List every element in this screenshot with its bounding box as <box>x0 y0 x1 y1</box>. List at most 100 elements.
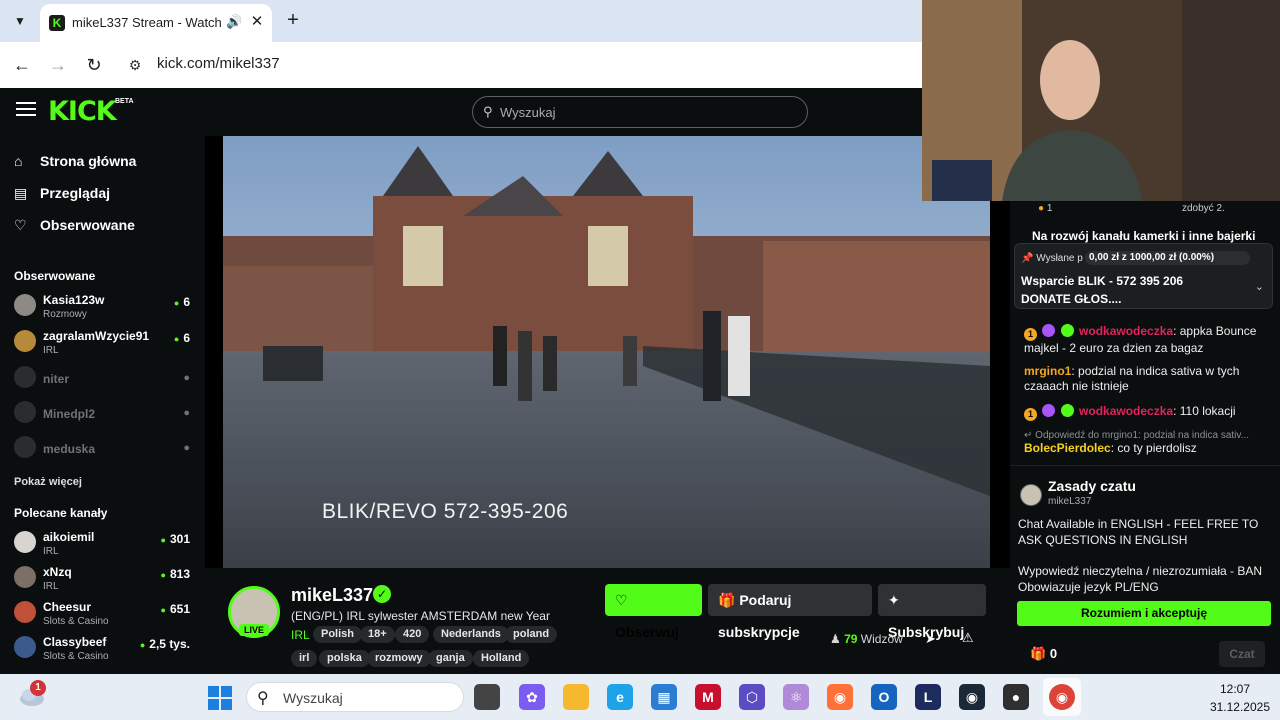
chat-username[interactable]: wodkawodeczka <box>1079 404 1173 418</box>
share-icon[interactable]: ➤ <box>925 631 936 647</box>
follow-label: Obserwuj <box>615 624 679 640</box>
clock-date[interactable]: 31.12.2025 <box>1210 700 1270 714</box>
sidebar-item-following[interactable]: ♡ Obserwowane <box>14 217 135 241</box>
gift-count: 0 <box>1049 646 1058 661</box>
reload-icon[interactable]: ↻ <box>82 53 106 77</box>
windows-start-icon[interactable] <box>208 686 232 710</box>
clock-time[interactable]: 12:07 <box>1220 682 1250 696</box>
avatar <box>14 601 36 623</box>
forward-icon[interactable]: → <box>46 53 70 77</box>
mcafee-icon[interactable]: M <box>695 684 721 710</box>
rules-text: Chat Available in ENGLISH - FEEL FREE TO… <box>1018 517 1259 547</box>
heart-icon: ♡ <box>14 217 27 233</box>
address-bar[interactable]: kick.com/mikel337 <box>157 55 280 72</box>
stream-category[interactable]: IRL <box>291 628 310 642</box>
obs-icon[interactable]: ● <box>1003 684 1029 710</box>
stream-tag[interactable]: Nederlands <box>433 626 509 643</box>
viewer-counter: ♟ 79 Widzów <box>830 632 903 646</box>
search-input[interactable]: ⚲ Wyszukaj <box>472 96 808 128</box>
tab-list-button[interactable]: ▼ <box>8 9 32 33</box>
streamer-name[interactable]: mikeL337 <box>291 585 373 606</box>
chat-message[interactable]: mrgino1: podzial na indica sativa w tych… <box>1024 364 1270 394</box>
task-view-icon[interactable] <box>474 684 500 710</box>
browser-tab[interactable]: K mikeL337 Stream - Watch Li 🔊 ✕ <box>40 4 272 42</box>
subscribe-button[interactable]: ✦ Subskrybuj <box>878 584 986 640</box>
gift-subs-button[interactable]: 🎁 Podaruj subskrypcje <box>708 584 872 640</box>
pinned-message[interactable]: 📌 Wysłane p 0,00 zł z 1000,00 zł (0.00%)… <box>1014 243 1273 309</box>
cube-app-icon[interactable]: ⬡ <box>739 684 765 710</box>
back-icon[interactable]: ← <box>10 53 34 77</box>
followed-channel[interactable]: zagralamWzycie91 IRL 6 <box>14 328 194 362</box>
stream-tag[interactable]: Holland <box>473 650 530 667</box>
chrome-icon[interactable]: ◉ <box>1049 684 1075 710</box>
browser-toolbar: ← → ↻ ⚙ kick.com/mikel337 <box>0 42 922 88</box>
recommended-channel[interactable]: aikoiemil IRL 301 <box>14 529 194 563</box>
firefox-icon[interactable]: ◉ <box>827 684 853 710</box>
followed-channel[interactable]: Kasia123w Rozmowy 6 <box>14 292 194 326</box>
channel-name: Cheesur <box>43 600 92 614</box>
reply-reference: ↵ Odpowiedź do mrgino1: podzial na indic… <box>1024 430 1249 441</box>
followed-channel-offline[interactable]: meduska ● <box>14 434 194 468</box>
video-overlay-text: BLIK/REVO 572-395-206 <box>322 500 569 523</box>
recommended-channel[interactable]: Cheesur Slots & Casino 651 <box>14 599 194 633</box>
chat-message[interactable]: 1 wodkawodeczka: appka Bounce majkel - 2… <box>1024 324 1270 356</box>
report-icon[interactable]: ⚠ <box>962 630 974 646</box>
notification-badge: 1 <box>30 680 46 696</box>
rules-title: Zasady czatu <box>1048 478 1136 494</box>
stream-tag[interactable]: 420 <box>395 626 430 643</box>
video-player[interactable]: BLIK/REVO 572-395-206 <box>223 136 990 568</box>
close-tab-icon[interactable]: ✕ <box>248 13 266 31</box>
followed-channel-offline[interactable]: niter ● <box>14 364 194 398</box>
site-info-icon[interactable]: ⚙ <box>124 54 146 76</box>
taskbar-search-input[interactable]: ⚲ Wyszukaj <box>246 682 464 712</box>
menu-icon[interactable] <box>16 102 36 118</box>
sidebar-item-label: Obserwowane <box>40 217 135 233</box>
channel-category: Rozmowy <box>43 309 87 320</box>
sidebar-item-browse[interactable]: ▤ Przeglądaj <box>14 185 110 209</box>
chat-username[interactable]: BolecPierdolec <box>1024 441 1111 455</box>
avatar <box>14 366 36 388</box>
chat-message[interactable]: 1 wodkawodeczka: 110 lokacji <box>1024 404 1270 421</box>
file-explorer-icon[interactable] <box>563 684 589 710</box>
new-tab-button[interactable]: + <box>282 9 304 31</box>
edge-icon[interactable]: e <box>607 684 633 710</box>
viewer-label: Widzów <box>860 632 903 646</box>
store-icon[interactable]: ▦ <box>651 684 677 710</box>
chevron-down-icon[interactable]: ⌄ <box>1255 280 1264 293</box>
chat-username[interactable]: mrgino1 <box>1024 364 1071 378</box>
stream-tag[interactable]: polska <box>319 650 370 667</box>
react-app-icon[interactable]: ⚛ <box>783 684 809 710</box>
stream-tag[interactable]: Polish <box>313 626 363 643</box>
chat-text: co ty pierdolisz <box>1117 441 1197 455</box>
recommended-channel[interactable]: xNzq IRL 813 <box>14 564 194 598</box>
kick-logo[interactable]: KICK <box>48 96 117 127</box>
stream-tag[interactable]: 18+ <box>360 626 395 643</box>
sidebar-item-home[interactable]: ⌂ Strona główna <box>14 153 136 177</box>
stream-tag[interactable]: rozmowy <box>367 650 431 667</box>
chat-send-button[interactable]: Czat <box>1219 641 1265 667</box>
stream-tag[interactable]: poland <box>505 626 558 643</box>
pin-icon: 📌 <box>1021 253 1034 264</box>
viewer-count: 6 <box>174 331 190 345</box>
avatar <box>14 401 36 423</box>
speaker-icon[interactable]: 🔊 <box>226 14 242 30</box>
stream-tag[interactable]: irl <box>291 650 318 667</box>
accept-rules-button[interactable]: Rozumiem i akceptuję <box>1017 601 1271 626</box>
beta-badge: BETA <box>115 98 134 105</box>
gift-counter[interactable]: 🎁 0 <box>1030 646 1057 662</box>
steam-icon[interactable]: ◉ <box>959 684 985 710</box>
copilot-icon[interactable]: ✿ <box>519 684 545 710</box>
chat-message[interactable]: BolecPierdolec: co ty pierdolisz <box>1024 441 1270 456</box>
show-more-link[interactable]: Pokaż więcej <box>14 476 82 488</box>
viewer-count: 301 <box>161 532 190 546</box>
followed-channel-offline[interactable]: Minedpl2 ● <box>14 399 194 433</box>
viewer-count: 813 <box>161 567 190 581</box>
outlook-icon[interactable]: O <box>871 684 897 710</box>
follow-button[interactable]: ♡ Obserwuj <box>605 584 702 640</box>
launcher-l-icon[interactable]: L <box>915 684 941 710</box>
chat-username[interactable]: wodkawodeczka <box>1079 324 1173 338</box>
stream-tag[interactable]: ganja <box>428 650 473 667</box>
verified-icon: ✓ <box>373 585 391 603</box>
recommended-channel[interactable]: Classybeef Slots & Casino 2,5 tys. <box>14 634 194 668</box>
channel-name: meduska <box>43 442 96 456</box>
